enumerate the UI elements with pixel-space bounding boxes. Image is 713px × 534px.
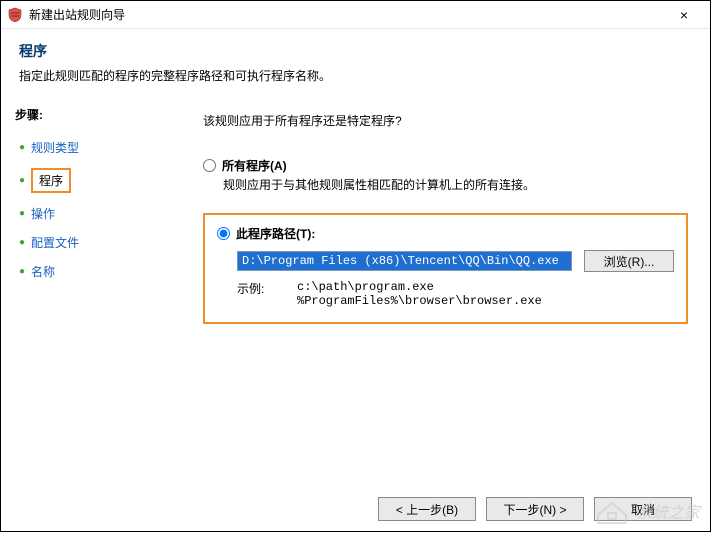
radio-all-label: 所有程序(A) [222, 157, 287, 174]
prompt-text: 该规则应用于所有程序还是特定程序? [203, 112, 688, 129]
step-label: 规则类型 [31, 139, 79, 156]
step-name[interactable]: ● 名称 [15, 257, 169, 286]
option-all-programs[interactable]: 所有程序(A) [203, 157, 688, 174]
example-lines: c:\path\program.exe %ProgramFiles%\brows… [297, 280, 542, 308]
bullet-icon: ● [19, 142, 25, 153]
bullet-icon: ● [19, 208, 25, 219]
radio-program-path[interactable] [217, 227, 230, 240]
step-label: 操作 [31, 205, 55, 222]
browse-button[interactable]: 浏览(R)... [584, 250, 674, 272]
example-label: 示例: [237, 280, 297, 308]
path-row: 浏览(R)... [237, 250, 674, 272]
sidebar: 步骤: ● 规则类型 ● 程序 ● 操作 ● 配置文件 [1, 98, 181, 518]
cancel-button[interactable]: 取消 [594, 497, 692, 521]
sidebar-title: 步骤: [15, 106, 169, 123]
wizard-footer: < 上一步(B) 下一步(N) > 取消 [378, 497, 692, 521]
step-label: 配置文件 [31, 234, 79, 251]
radio-path-label: 此程序路径(T): [236, 225, 315, 242]
next-button[interactable]: 下一步(N) > [486, 497, 584, 521]
step-action[interactable]: ● 操作 [15, 199, 169, 228]
step-label: 名称 [31, 263, 55, 280]
radio-all-programs[interactable] [203, 159, 216, 172]
step-program[interactable]: ● 程序 [15, 162, 169, 199]
page-title: 程序 [19, 41, 692, 61]
step-profile[interactable]: ● 配置文件 [15, 228, 169, 257]
step-rule-type[interactable]: ● 规则类型 [15, 133, 169, 162]
program-path-input[interactable] [237, 251, 572, 271]
page-subtitle: 指定此规则匹配的程序的完整程序路径和可执行程序名称。 [19, 67, 692, 84]
back-button[interactable]: < 上一步(B) [378, 497, 476, 521]
bullet-icon: ● [19, 266, 25, 277]
option-program-path[interactable]: 此程序路径(T): [217, 225, 674, 242]
wizard-window: 新建出站规则向导 × 程序 指定此规则匹配的程序的完整程序路径和可执行程序名称。… [0, 0, 711, 532]
bullet-icon: ● [19, 237, 25, 248]
content-panel: 该规则应用于所有程序还是特定程序? 所有程序(A) 规则应用于与其他规则属性相匹… [181, 98, 710, 518]
example-block: 示例: c:\path\program.exe %ProgramFiles%\b… [237, 280, 674, 308]
bullet-icon: ● [19, 175, 25, 186]
example-line-1: c:\path\program.exe [297, 280, 542, 294]
close-button[interactable]: × [664, 7, 704, 23]
window-title: 新建出站规则向导 [29, 6, 664, 23]
titlebar: 新建出站规则向导 × [1, 1, 710, 29]
firewall-icon [7, 7, 23, 23]
wizard-body: 步骤: ● 规则类型 ● 程序 ● 操作 ● 配置文件 [1, 98, 710, 518]
step-label: 程序 [31, 168, 71, 193]
example-line-2: %ProgramFiles%\browser\browser.exe [297, 294, 542, 308]
wizard-header: 程序 指定此规则匹配的程序的完整程序路径和可执行程序名称。 [1, 29, 710, 98]
program-path-group: 此程序路径(T): 浏览(R)... 示例: c:\path\program.e… [203, 213, 688, 324]
step-list: ● 规则类型 ● 程序 ● 操作 ● 配置文件 ● 名称 [15, 133, 169, 286]
option-all-desc: 规则应用于与其他规则属性相匹配的计算机上的所有连接。 [223, 176, 688, 193]
